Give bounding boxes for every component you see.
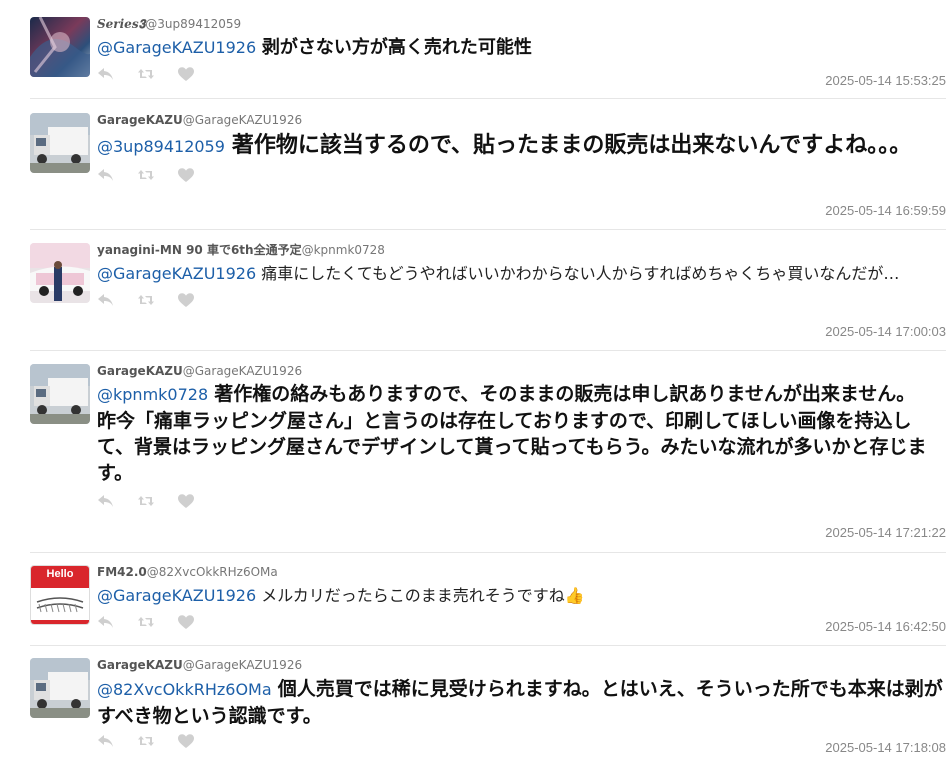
retweet-icon[interactable] [137, 733, 155, 749]
reply-icon[interactable] [97, 733, 115, 749]
reply-icon[interactable] [97, 167, 115, 183]
avatar[interactable] [30, 364, 90, 424]
author-name[interactable]: GarageKAZU [97, 364, 183, 378]
reply-icon[interactable] [97, 66, 115, 82]
author-handle[interactable]: @3up89412059 [145, 17, 241, 31]
divider [30, 98, 946, 99]
like-icon[interactable] [177, 167, 195, 183]
author-name[interactable]: 𝑺𝒆𝒓𝒊𝒆𝒔𝟑 [97, 17, 145, 31]
divider [30, 645, 946, 646]
like-icon[interactable] [177, 292, 195, 308]
like-icon[interactable] [177, 66, 195, 82]
mention-link[interactable]: @GarageKAZU1926 [97, 264, 256, 283]
tweet: GarageKAZU@GarageKAZU1926 @kpnmk0728 著作権… [30, 364, 946, 544]
author-handle[interactable]: @82XvcOkkRHz6OMa [147, 565, 278, 579]
like-icon[interactable] [177, 733, 195, 749]
avatar-image [30, 243, 90, 301]
tweet: yanagini-MN 90 車で6th全通予定@kpnmk0728 @Gara… [30, 243, 946, 343]
divider [30, 552, 946, 553]
retweet-icon[interactable] [137, 66, 155, 82]
avatar-image [30, 17, 90, 77]
author-name[interactable]: GarageKAZU [97, 113, 183, 127]
reply-icon[interactable] [97, 614, 115, 630]
avatar-image [31, 582, 89, 624]
reply-icon[interactable] [97, 292, 115, 308]
tweet-text: 著作物に該当するので、貼ったままの販売は出来ないんですよね。。。 [231, 133, 912, 158]
like-icon[interactable] [177, 493, 195, 509]
tweet-text: メルカリだったらこのまま売れそうですね👍 [261, 586, 585, 605]
mention-link[interactable]: @3up89412059 [97, 137, 225, 156]
author-handle[interactable]: @GarageKAZU1926 [183, 364, 302, 378]
reply-icon[interactable] [97, 493, 115, 509]
avatar-image [30, 113, 90, 173]
timestamp: 2025-05-14 16:42:50 [825, 619, 946, 634]
retweet-icon[interactable] [137, 493, 155, 509]
mention-link[interactable]: @kpnmk0728 [97, 385, 208, 404]
avatar[interactable] [30, 17, 90, 77]
tweet-text: 痛車にしたくてもどうやればいいかわからない人からすればめちゃくちゃ買いなんだが… [261, 264, 900, 283]
author-handle[interactable]: @kpnmk0728 [302, 243, 385, 257]
mention-link[interactable]: @GarageKAZU1926 [97, 586, 256, 605]
retweet-icon[interactable] [137, 292, 155, 308]
timestamp: 2025-05-14 17:00:03 [825, 324, 946, 339]
avatar-image [30, 364, 90, 424]
timestamp: 2025-05-14 15:53:25 [825, 73, 946, 88]
divider [30, 350, 946, 351]
author-name[interactable]: FM42.0 [97, 565, 147, 579]
avatar-label: Hello [31, 566, 89, 582]
like-icon[interactable] [177, 614, 195, 630]
tweet: GarageKAZU@GarageKAZU1926 @3up89412059 著… [30, 113, 946, 223]
tweet-text-paragraph: 昨今「痛車ラッピング屋さん」と言うのは存在しておりますので、印刷してほしい画像を… [97, 410, 927, 484]
tweet: 𝑺𝒆𝒓𝒊𝒆𝒔𝟑@3up89412059 @GarageKAZU1926 剥がさな… [30, 17, 946, 97]
tweet: Hello FM42.0@82XvcOkkRHz6OMa @GarageKAZU… [30, 565, 946, 640]
tweet: GarageKAZU@GarageKAZU1926 @82XvcOkkRHz6O… [30, 658, 946, 763]
author-name[interactable]: yanagini-MN 90 車で6th全通予定 [97, 243, 302, 257]
tweet-text: 剥がさない方が高く売れた可能性 [261, 37, 532, 58]
author-handle[interactable]: @GarageKAZU1926 [183, 113, 302, 127]
avatar[interactable] [30, 243, 90, 303]
avatar[interactable] [30, 113, 90, 173]
mention-link[interactable]: @82XvcOkkRHz6OMa [97, 680, 272, 699]
avatar[interactable] [30, 658, 90, 718]
author-handle[interactable]: @GarageKAZU1926 [183, 658, 302, 672]
divider [30, 229, 946, 230]
avatar[interactable]: Hello [30, 565, 90, 625]
retweet-icon[interactable] [137, 167, 155, 183]
retweet-icon[interactable] [137, 614, 155, 630]
timestamp: 2025-05-14 17:18:08 [825, 740, 946, 755]
tweet-text: 著作権の絡みもありますので、そのままの販売は申し訳ありませんが出来ません。 [214, 383, 916, 405]
author-name[interactable]: GarageKAZU [97, 658, 183, 672]
avatar-image [30, 658, 90, 718]
mention-link[interactable]: @GarageKAZU1926 [97, 38, 256, 57]
timestamp: 2025-05-14 17:21:22 [825, 525, 946, 540]
timestamp: 2025-05-14 16:59:59 [825, 203, 946, 218]
